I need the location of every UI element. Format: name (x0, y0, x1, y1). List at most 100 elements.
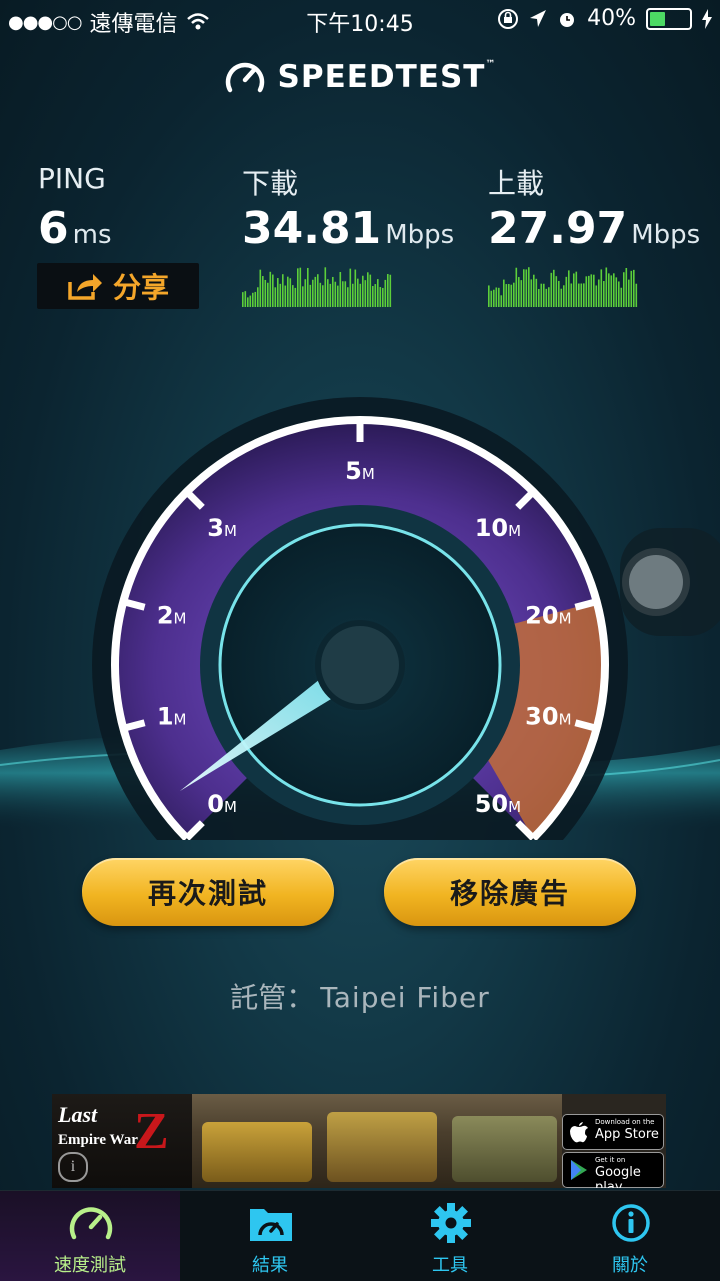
graph-bar (550, 272, 553, 307)
graph-bar (269, 271, 272, 307)
graph-bar (312, 279, 314, 307)
graph-bar (600, 269, 603, 307)
graph-bar (252, 292, 254, 307)
graph-bar (548, 287, 550, 307)
graph-bar (317, 274, 319, 307)
graph-bar (573, 273, 575, 307)
upload-unit: Mbps (631, 220, 701, 250)
graph-bar (272, 274, 274, 307)
google-play-badge[interactable]: Get it on Google play (562, 1152, 664, 1188)
graph-bar (339, 271, 342, 307)
graph-bar (379, 287, 382, 307)
graph-bar (347, 287, 349, 307)
graph-bar (257, 287, 259, 307)
graph-bar (628, 279, 630, 307)
graph-bar (553, 269, 555, 307)
tab-label: 速度測試 (54, 1255, 126, 1276)
graph-bar (332, 276, 334, 307)
graph-bar (635, 283, 638, 307)
alarm-icon (560, 12, 575, 27)
graph-bar (528, 267, 530, 307)
graph-bar (377, 279, 379, 307)
download-graph (242, 267, 392, 307)
graph-bar (359, 283, 362, 307)
graph-bar (523, 269, 525, 307)
graph-bar (560, 288, 563, 307)
ping-unit: ms (72, 220, 112, 250)
tab-tools[interactable]: 工具 (360, 1191, 540, 1281)
graph-bar (362, 275, 364, 307)
graph-bar (543, 283, 545, 307)
graph-bar (299, 267, 302, 307)
graph-bar (292, 285, 294, 307)
graph-bar (349, 268, 352, 307)
share-button[interactable]: 分享 (37, 263, 199, 309)
share-label: 分享 (112, 271, 169, 304)
graph-bar (615, 277, 618, 307)
speedometer-logo-icon (225, 62, 264, 93)
graph-bar (384, 279, 387, 307)
side-handle[interactable] (612, 528, 720, 636)
remove-ads-button[interactable]: 移除廣告 (384, 858, 636, 926)
graph-bar (490, 290, 493, 307)
speed-gauge: 0M1M2M3M5M10M20M30M50M (92, 397, 628, 840)
app-store-badge[interactable]: Download on the App Store (562, 1114, 664, 1150)
graph-bar (369, 274, 372, 307)
graph-bar (307, 267, 309, 307)
graph-bar (367, 272, 369, 307)
graph-bar (262, 276, 264, 307)
tab-speed-test[interactable]: 速度測試 (0, 1191, 180, 1281)
ad-info-icon[interactable]: i (58, 1152, 88, 1182)
graph-bar (389, 274, 392, 307)
graph-bar (277, 278, 279, 307)
graph-bar (535, 278, 538, 307)
server-host: 託管： Taipei Fiber (0, 976, 720, 1016)
graph-bar (244, 291, 247, 307)
tab-label: 關於 (612, 1255, 648, 1276)
graph-bar (247, 297, 249, 307)
graph-bar (364, 280, 367, 307)
needle-hub (315, 620, 405, 710)
battery-percent: 40% (587, 6, 636, 31)
graph-bar (387, 274, 389, 307)
ad-banner[interactable]: Last Empire War Z i Download on the App … (52, 1094, 666, 1188)
graph-bar (505, 284, 508, 307)
graph-bar (249, 295, 252, 307)
graph-bar (515, 267, 518, 307)
graph-bar (518, 277, 520, 307)
graph-bar (314, 276, 317, 307)
graph-bar (493, 289, 495, 307)
graph-bar (334, 281, 337, 307)
graph-bar (382, 287, 384, 307)
ad-image (192, 1094, 562, 1188)
tab-results[interactable]: 結果 (180, 1191, 360, 1281)
graph-bar (372, 286, 374, 307)
graph-bar (570, 283, 573, 307)
graph-bar (357, 278, 359, 307)
location-arrow-icon (530, 9, 547, 27)
graph-bar (583, 283, 585, 307)
graph-bar (259, 269, 262, 307)
graph-bar (563, 285, 565, 307)
graph-bar (520, 280, 523, 307)
graph-bar (525, 269, 528, 307)
graph-bar (302, 286, 304, 307)
speedometer-icon (69, 1207, 113, 1240)
host-name: Taipei Fiber (320, 981, 490, 1014)
retest-button[interactable]: 再次測試 (82, 858, 334, 926)
graph-bar (625, 268, 628, 307)
graph-bar (284, 285, 287, 307)
tab-label: 工具 (432, 1255, 468, 1276)
tab-about[interactable]: 關於 (540, 1191, 720, 1281)
graph-bar (329, 283, 332, 307)
graph-bar (319, 282, 322, 307)
ping-value: 6 ms (38, 203, 112, 254)
graph-bar (533, 274, 535, 307)
graph-bar (264, 279, 267, 307)
info-icon (612, 1204, 650, 1242)
graph-bar (274, 287, 277, 307)
graph-bar (568, 270, 570, 307)
ad-truck-3 (452, 1116, 557, 1182)
download-value: 34.81 Mbps (242, 203, 455, 254)
graph-bar (538, 288, 540, 307)
